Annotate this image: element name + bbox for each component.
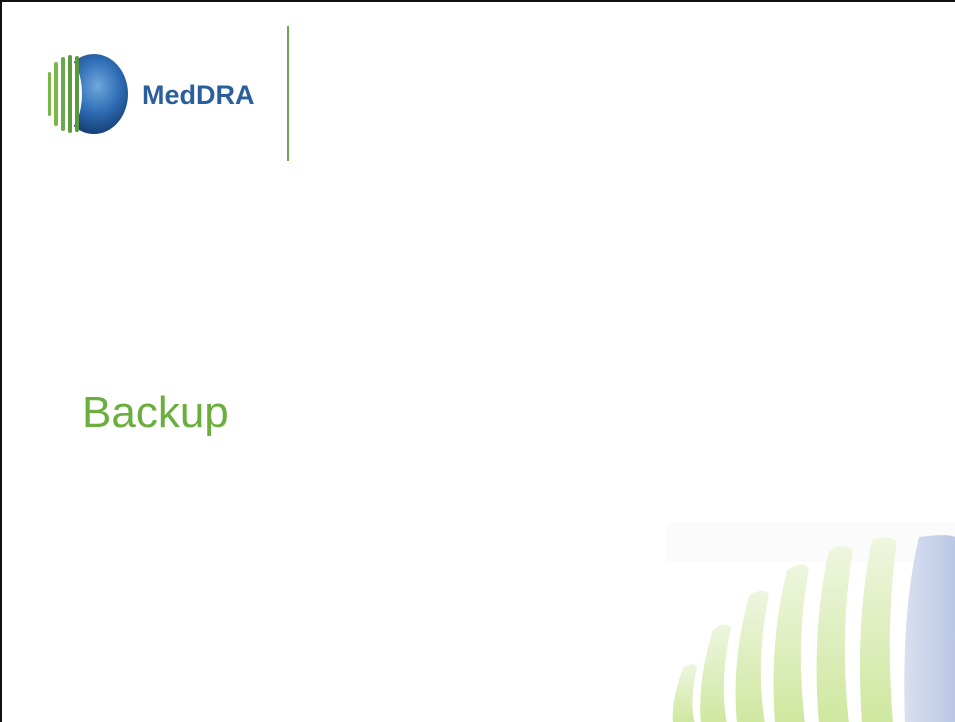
logo-text: MedDRA <box>142 80 255 110</box>
meddra-globe-logo-icon <box>46 54 128 134</box>
header-divider <box>287 26 289 161</box>
striped-globe-watermark-icon <box>667 522 955 722</box>
meddra-logo: MedDRA <box>44 52 284 142</box>
slide-title: Backup <box>82 388 229 437</box>
slide: MedDRA Backup <box>0 0 955 722</box>
